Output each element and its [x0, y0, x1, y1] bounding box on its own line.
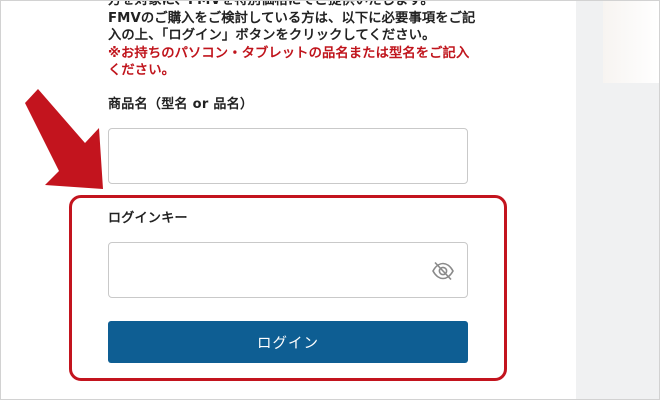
- intro-line-2: FMVのご購入をご検討している方は、以下に必要事項をご記: [108, 10, 476, 26]
- intro-line-3: 入の上、「ログイン」ボタンをクリックしてください。: [108, 28, 436, 43]
- right-decorative-image: [603, 1, 659, 83]
- intro-note-line-2: ください。: [108, 63, 175, 78]
- screenshot-frame: 方を対象に、FMVを特別価格にてご提供いたします。 FMVのご購入をご検討してい…: [0, 0, 660, 400]
- arrow-down-right-icon: [25, 89, 103, 189]
- product-name-label: 商品名（型名 or 品名）: [108, 97, 254, 112]
- intro-text: 方を対象に、FMVを特別価格にてご提供いたします。 FMVのご購入をご検討してい…: [108, 0, 488, 80]
- login-button[interactable]: ログイン: [108, 321, 468, 363]
- login-key-label: ログインキー: [108, 211, 188, 226]
- intro-line-1: 方を対象に、FMVを特別価格にてご提供いたします。: [108, 0, 434, 8]
- product-name-input[interactable]: [108, 128, 468, 184]
- login-key-input[interactable]: [108, 242, 468, 298]
- eye-slash-icon[interactable]: [431, 260, 455, 282]
- intro-note-line-1: ※お持ちのパソコン・タブレットの品名または型名をご記入: [108, 45, 470, 61]
